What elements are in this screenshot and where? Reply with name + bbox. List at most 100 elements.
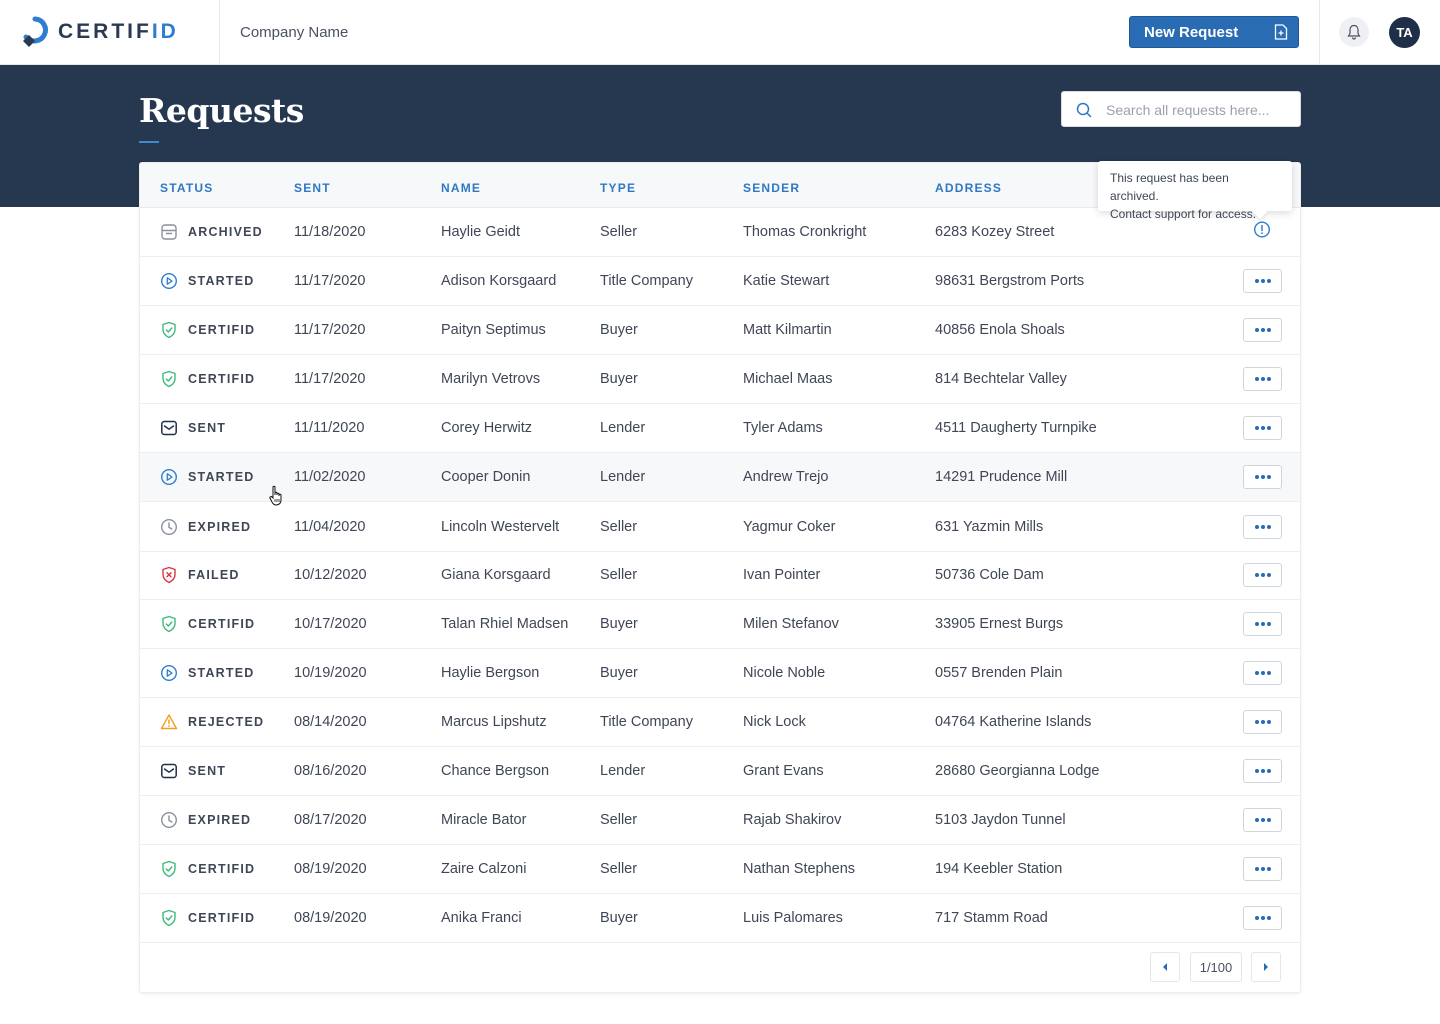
sent-date-cell: 08/17/2020	[294, 812, 367, 828]
sender-cell: Tyler Adams	[743, 420, 823, 436]
divider	[219, 0, 220, 65]
table-row[interactable]: STARTED 11/17/2020 Adison Korsgaard Title C…	[140, 257, 1300, 306]
table-row[interactable]: CERTIFID 08/19/2020 Zaire Calzoni Seller Nat…	[140, 845, 1300, 894]
table-row[interactable]: EXPIRED 08/17/2020 Miracle Bator Seller Raja…	[140, 796, 1300, 845]
search-box[interactable]	[1061, 91, 1301, 127]
info-icon[interactable]	[1253, 221, 1271, 244]
status-cell: FAILED	[160, 566, 240, 584]
column-header-sent[interactable]: SENT	[294, 181, 331, 195]
status-label: EXPIRED	[188, 813, 252, 827]
name-cell: Marilyn Vetrovs	[441, 371, 541, 387]
sent-date-cell: 11/02/2020	[294, 469, 366, 485]
table-row[interactable]: EXPIRED 11/04/2020 Lincoln Westervelt Selle…	[140, 503, 1300, 552]
previous-page-button[interactable]	[1150, 952, 1180, 982]
sender-cell: Nick Lock	[743, 714, 806, 730]
column-header-type[interactable]: TYPE	[600, 181, 636, 195]
name-cell: Anika Franci	[441, 910, 522, 926]
table-row[interactable]: CERTIFID 10/17/2020 Talan Rhiel Madsen Buye…	[140, 600, 1300, 649]
next-page-button[interactable]	[1251, 952, 1281, 982]
status-cell: STARTED	[160, 272, 255, 290]
divider	[1319, 0, 1320, 65]
archived-tooltip: This request has been archived. Contact …	[1098, 161, 1292, 221]
row-actions-button[interactable]	[1243, 710, 1282, 734]
play-icon	[160, 272, 188, 290]
row-actions-button[interactable]	[1243, 416, 1282, 440]
address-cell: 5103 Jaydon Tunnel	[935, 812, 1066, 828]
table-row[interactable]: STARTED 11/02/2020 Cooper Donin Lender Andre…	[140, 453, 1300, 502]
new-request-label: New Request	[1144, 23, 1239, 41]
table-row[interactable]: SENT 11/11/2020 Corey Herwitz Lender Tyler A…	[140, 404, 1300, 453]
name-cell: Corey Herwitz	[441, 420, 533, 436]
type-cell: Title Company	[600, 714, 693, 730]
row-actions-button[interactable]	[1243, 515, 1282, 539]
sent-date-cell: 10/12/2020	[294, 567, 367, 583]
new-request-button[interactable]: New Request	[1129, 16, 1299, 48]
row-actions-button[interactable]	[1243, 759, 1282, 783]
status-cell: CERTIFID	[160, 860, 255, 878]
status-cell: ARCHIVED	[160, 223, 263, 241]
logo-wordmark: CERTIFID	[58, 20, 179, 43]
sent-date-cell: 11/17/2020	[294, 371, 366, 387]
sent-date-cell: 10/19/2020	[294, 665, 367, 681]
column-header-sender[interactable]: SENDER	[743, 181, 800, 195]
shield-check-icon	[160, 370, 188, 388]
row-actions-button[interactable]	[1243, 269, 1282, 293]
type-cell: Seller	[600, 812, 638, 828]
title-underline	[139, 141, 159, 143]
envelope-icon	[160, 762, 188, 780]
table-row[interactable]: CERTIFID 11/17/2020 Paityn Septimus Buyer Ma…	[140, 306, 1300, 355]
column-header-status[interactable]: STATUS	[160, 181, 213, 195]
status-label: CERTIFID	[188, 323, 256, 337]
row-actions-button[interactable]	[1243, 465, 1282, 489]
row-actions-button[interactable]	[1243, 563, 1282, 587]
search-icon	[1076, 102, 1092, 118]
table-row[interactable]: STARTED 10/19/2020 Haylie Bergson Buyer Nico…	[140, 649, 1300, 698]
user-avatar[interactable]: TA	[1389, 17, 1420, 48]
sender-cell: Katie Stewart	[743, 273, 830, 289]
row-actions-button[interactable]	[1243, 857, 1282, 881]
row-actions-button[interactable]	[1243, 612, 1282, 636]
status-label: STARTED	[188, 666, 255, 680]
row-actions-button[interactable]	[1243, 318, 1282, 342]
type-cell: Buyer	[600, 371, 638, 387]
requests-table: STATUS SENT NAME TYPE SENDER ADDRESS ARC…	[139, 162, 1301, 993]
table-row[interactable]: CERTIFID 11/17/2020 Marilyn Vetrovs Buyer Mi…	[140, 355, 1300, 404]
status-cell: STARTED	[160, 664, 255, 682]
table-row[interactable]: FAILED 10/12/2020 Giana Korsgaard Seller Iva…	[140, 551, 1300, 600]
type-cell: Buyer	[600, 322, 638, 338]
status-label: ARCHIVED	[188, 225, 263, 239]
sender-cell: Rajab Shakirov	[743, 812, 842, 828]
column-header-name[interactable]: NAME	[441, 181, 481, 195]
table-row[interactable]: SENT 08/16/2020 Chance Bergson Lender Grant …	[140, 747, 1300, 796]
sent-date-cell: 11/17/2020	[294, 322, 366, 338]
table-row[interactable]: CERTIFID 08/19/2020 Anika Franci Buyer Luis …	[140, 894, 1300, 943]
status-label: CERTIFID	[188, 911, 256, 925]
row-actions-button[interactable]	[1243, 808, 1282, 832]
name-cell: Lincoln Westervelt	[441, 519, 560, 535]
row-actions-button[interactable]	[1243, 661, 1282, 685]
status-cell: CERTIFID	[160, 321, 255, 339]
address-cell: 40856 Enola Shoals	[935, 322, 1065, 338]
sent-date-cell: 08/16/2020	[294, 763, 367, 779]
column-header-address[interactable]: ADDRESS	[935, 181, 1002, 195]
company-name: Company Name	[240, 24, 349, 41]
sender-cell: Grant Evans	[743, 763, 824, 779]
type-cell: Lender	[600, 763, 646, 779]
table-row[interactable]: REJECTED 08/14/2020 Marcus Lipshutz Title C…	[140, 698, 1300, 747]
address-cell: 6283 Kozey Street	[935, 224, 1055, 240]
status-cell: CERTIFID	[160, 370, 255, 388]
row-actions-button[interactable]	[1243, 367, 1282, 391]
archive-icon	[160, 223, 188, 241]
search-input[interactable]	[1106, 100, 1286, 120]
row-actions-button[interactable]	[1243, 906, 1282, 930]
status-cell: EXPIRED	[160, 518, 251, 536]
notifications-button[interactable]	[1339, 17, 1369, 47]
page-indicator: 1/100	[1190, 952, 1242, 982]
page-title: Requests	[139, 91, 304, 130]
certifid-logo[interactable]: CERTIFID	[20, 16, 179, 48]
status-cell: STARTED	[160, 468, 255, 486]
address-cell: 28680 Georgianna Lodge	[935, 763, 1100, 779]
status-cell: REJECTED	[160, 713, 264, 731]
status-cell: SENT	[160, 762, 226, 780]
status-label: SENT	[188, 421, 227, 435]
